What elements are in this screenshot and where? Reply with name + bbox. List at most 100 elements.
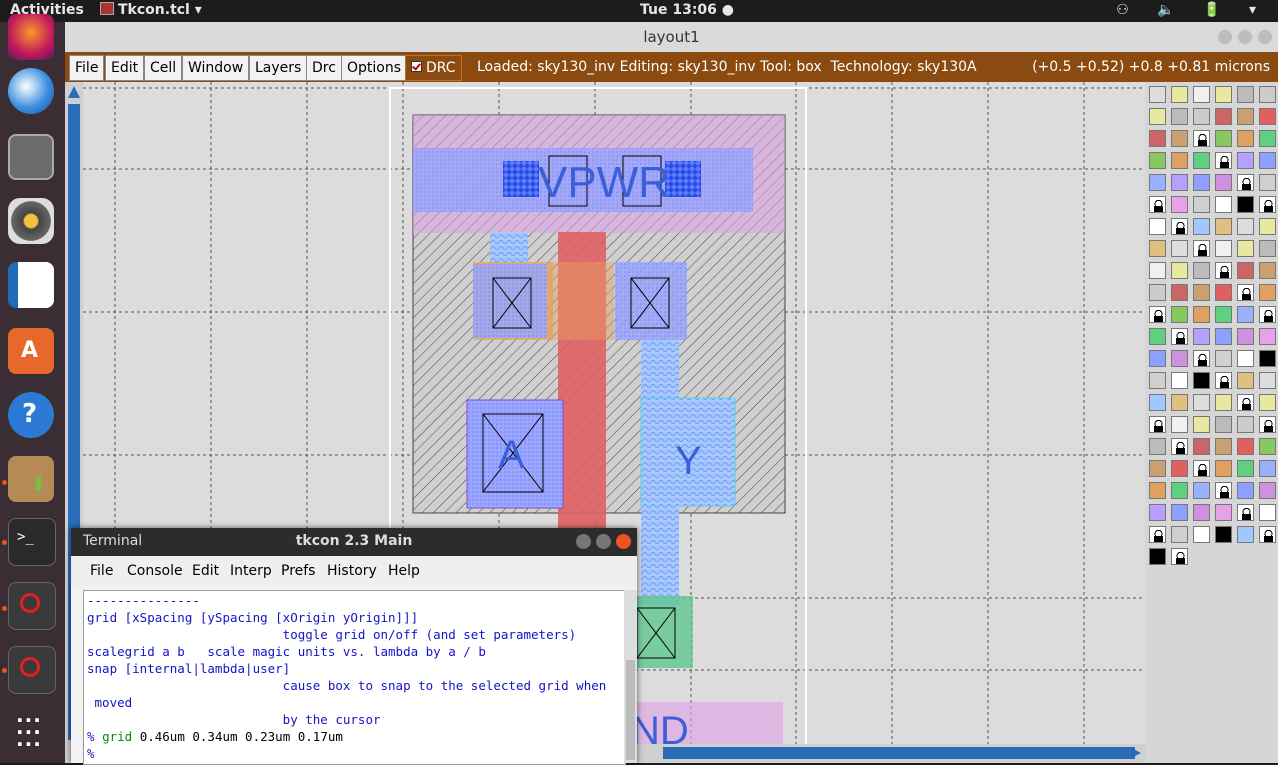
console-scrollbar[interactable] xyxy=(624,590,637,763)
layer-swatch[interactable] xyxy=(1215,262,1232,279)
layer-swatch[interactable] xyxy=(1193,306,1210,323)
layer-swatch[interactable] xyxy=(1237,350,1254,367)
layer-swatch[interactable] xyxy=(1237,240,1254,257)
console-output[interactable]: --------------- grid [xSpacing [ySpacing… xyxy=(83,590,626,765)
layer-swatch[interactable] xyxy=(1193,438,1210,455)
layer-swatch[interactable] xyxy=(1171,174,1188,191)
layer-swatch[interactable] xyxy=(1193,262,1210,279)
layer-swatch[interactable] xyxy=(1171,86,1188,103)
layer-swatch[interactable] xyxy=(1259,526,1276,543)
layer-swatch[interactable] xyxy=(1193,86,1210,103)
layer-swatch[interactable] xyxy=(1193,350,1210,367)
layer-swatch[interactable] xyxy=(1215,526,1232,543)
layer-swatch[interactable] xyxy=(1149,152,1166,169)
menu-edit[interactable]: Edit xyxy=(105,55,145,81)
layer-swatch[interactable] xyxy=(1215,196,1232,213)
tkcon-titlebar[interactable]: Terminal tkcon 2.3 Main xyxy=(71,528,637,556)
layer-swatch[interactable] xyxy=(1259,218,1276,235)
layer-swatch[interactable] xyxy=(1149,130,1166,147)
close-button[interactable] xyxy=(1258,30,1272,44)
firefox-icon[interactable] xyxy=(8,14,54,60)
layer-swatch[interactable] xyxy=(1171,350,1188,367)
layer-swatch[interactable] xyxy=(1193,130,1210,147)
layer-swatch[interactable] xyxy=(1259,438,1276,455)
menu-options[interactable]: Options xyxy=(341,55,408,81)
horizontal-scroll-trough[interactable] xyxy=(663,747,1135,759)
layer-swatch[interactable] xyxy=(1215,86,1232,103)
layer-swatch[interactable] xyxy=(1171,372,1188,389)
layer-swatch[interactable] xyxy=(1193,482,1210,499)
close-button[interactable] xyxy=(616,534,631,549)
layer-swatch[interactable] xyxy=(1237,328,1254,345)
layer-swatch[interactable] xyxy=(1171,108,1188,125)
layer-swatch[interactable] xyxy=(1215,460,1232,477)
layer-swatch[interactable] xyxy=(1171,504,1188,521)
layer-swatch[interactable] xyxy=(1237,306,1254,323)
layer-swatch[interactable] xyxy=(1215,482,1232,499)
maximize-button[interactable] xyxy=(596,534,611,549)
layer-swatch[interactable] xyxy=(1149,174,1166,191)
layer-swatch[interactable] xyxy=(1215,416,1232,433)
layer-swatch[interactable] xyxy=(1149,504,1166,521)
console-scroll-thumb[interactable] xyxy=(626,660,635,760)
layer-swatch[interactable] xyxy=(1237,372,1254,389)
layer-swatch[interactable] xyxy=(1149,548,1166,565)
layer-swatch[interactable] xyxy=(1215,372,1232,389)
layer-swatch[interactable] xyxy=(1193,416,1210,433)
layer-swatch[interactable] xyxy=(1215,284,1232,301)
layer-swatch[interactable] xyxy=(1259,108,1276,125)
tkcon-menu-prefs[interactable]: Prefs xyxy=(281,563,315,579)
scroll-up-icon[interactable] xyxy=(68,86,80,98)
tkcon-menu-interp[interactable]: Interp xyxy=(230,563,272,579)
menu-drc[interactable]: Drc xyxy=(306,55,342,81)
layer-swatch[interactable] xyxy=(1215,328,1232,345)
layer-swatch[interactable] xyxy=(1237,218,1254,235)
layer-swatch[interactable] xyxy=(1149,240,1166,257)
layer-swatch[interactable] xyxy=(1171,438,1188,455)
layer-swatch[interactable] xyxy=(1149,372,1166,389)
layer-swatch[interactable] xyxy=(1215,438,1232,455)
layer-swatch[interactable] xyxy=(1193,196,1210,213)
layer-swatch[interactable] xyxy=(1259,460,1276,477)
layer-swatch[interactable] xyxy=(1237,460,1254,477)
menu-file[interactable]: File xyxy=(69,55,105,81)
layer-swatch[interactable] xyxy=(1259,284,1276,301)
layer-swatch[interactable] xyxy=(1149,526,1166,543)
minimize-button[interactable] xyxy=(576,534,591,549)
layer-swatch[interactable] xyxy=(1171,548,1188,565)
layer-swatch[interactable] xyxy=(1193,504,1210,521)
layer-swatch[interactable] xyxy=(1149,108,1166,125)
clock[interactable]: Tue 13:06 ● xyxy=(640,2,734,18)
show-applications-icon[interactable]: ∙∙∙ ∙∙∙ ∙∙∙ xyxy=(8,710,54,756)
layer-swatch[interactable] xyxy=(1237,394,1254,411)
layer-swatch[interactable] xyxy=(1259,504,1276,521)
layer-swatch[interactable] xyxy=(1215,504,1232,521)
layer-swatch[interactable] xyxy=(1171,328,1188,345)
layer-swatch[interactable] xyxy=(1193,108,1210,125)
layer-swatch[interactable] xyxy=(1259,416,1276,433)
layer-swatch[interactable] xyxy=(1193,372,1210,389)
layer-swatch[interactable] xyxy=(1193,218,1210,235)
layer-swatch[interactable] xyxy=(1237,262,1254,279)
layer-swatch[interactable] xyxy=(1171,130,1188,147)
layer-swatch[interactable] xyxy=(1259,174,1276,191)
layer-swatch[interactable] xyxy=(1149,86,1166,103)
layer-swatch[interactable] xyxy=(1215,394,1232,411)
menu-layers[interactable]: Layers xyxy=(249,55,308,81)
layer-swatch[interactable] xyxy=(1215,350,1232,367)
layer-swatch[interactable] xyxy=(1237,504,1254,521)
layer-swatch[interactable] xyxy=(1237,196,1254,213)
layer-swatch[interactable] xyxy=(1171,460,1188,477)
tk-window-icon[interactable] xyxy=(8,646,56,694)
layer-swatch[interactable] xyxy=(1171,416,1188,433)
layer-swatch[interactable] xyxy=(1259,328,1276,345)
layer-swatch[interactable] xyxy=(1237,482,1254,499)
layer-swatch[interactable] xyxy=(1259,306,1276,323)
layer-swatch[interactable] xyxy=(1171,262,1188,279)
layer-swatch[interactable] xyxy=(1215,174,1232,191)
tkcon-menu-file[interactable]: File xyxy=(90,563,113,579)
layer-swatch[interactable] xyxy=(1193,328,1210,345)
layer-swatch[interactable] xyxy=(1237,174,1254,191)
layer-swatch[interactable] xyxy=(1149,196,1166,213)
layer-swatch[interactable] xyxy=(1193,152,1210,169)
